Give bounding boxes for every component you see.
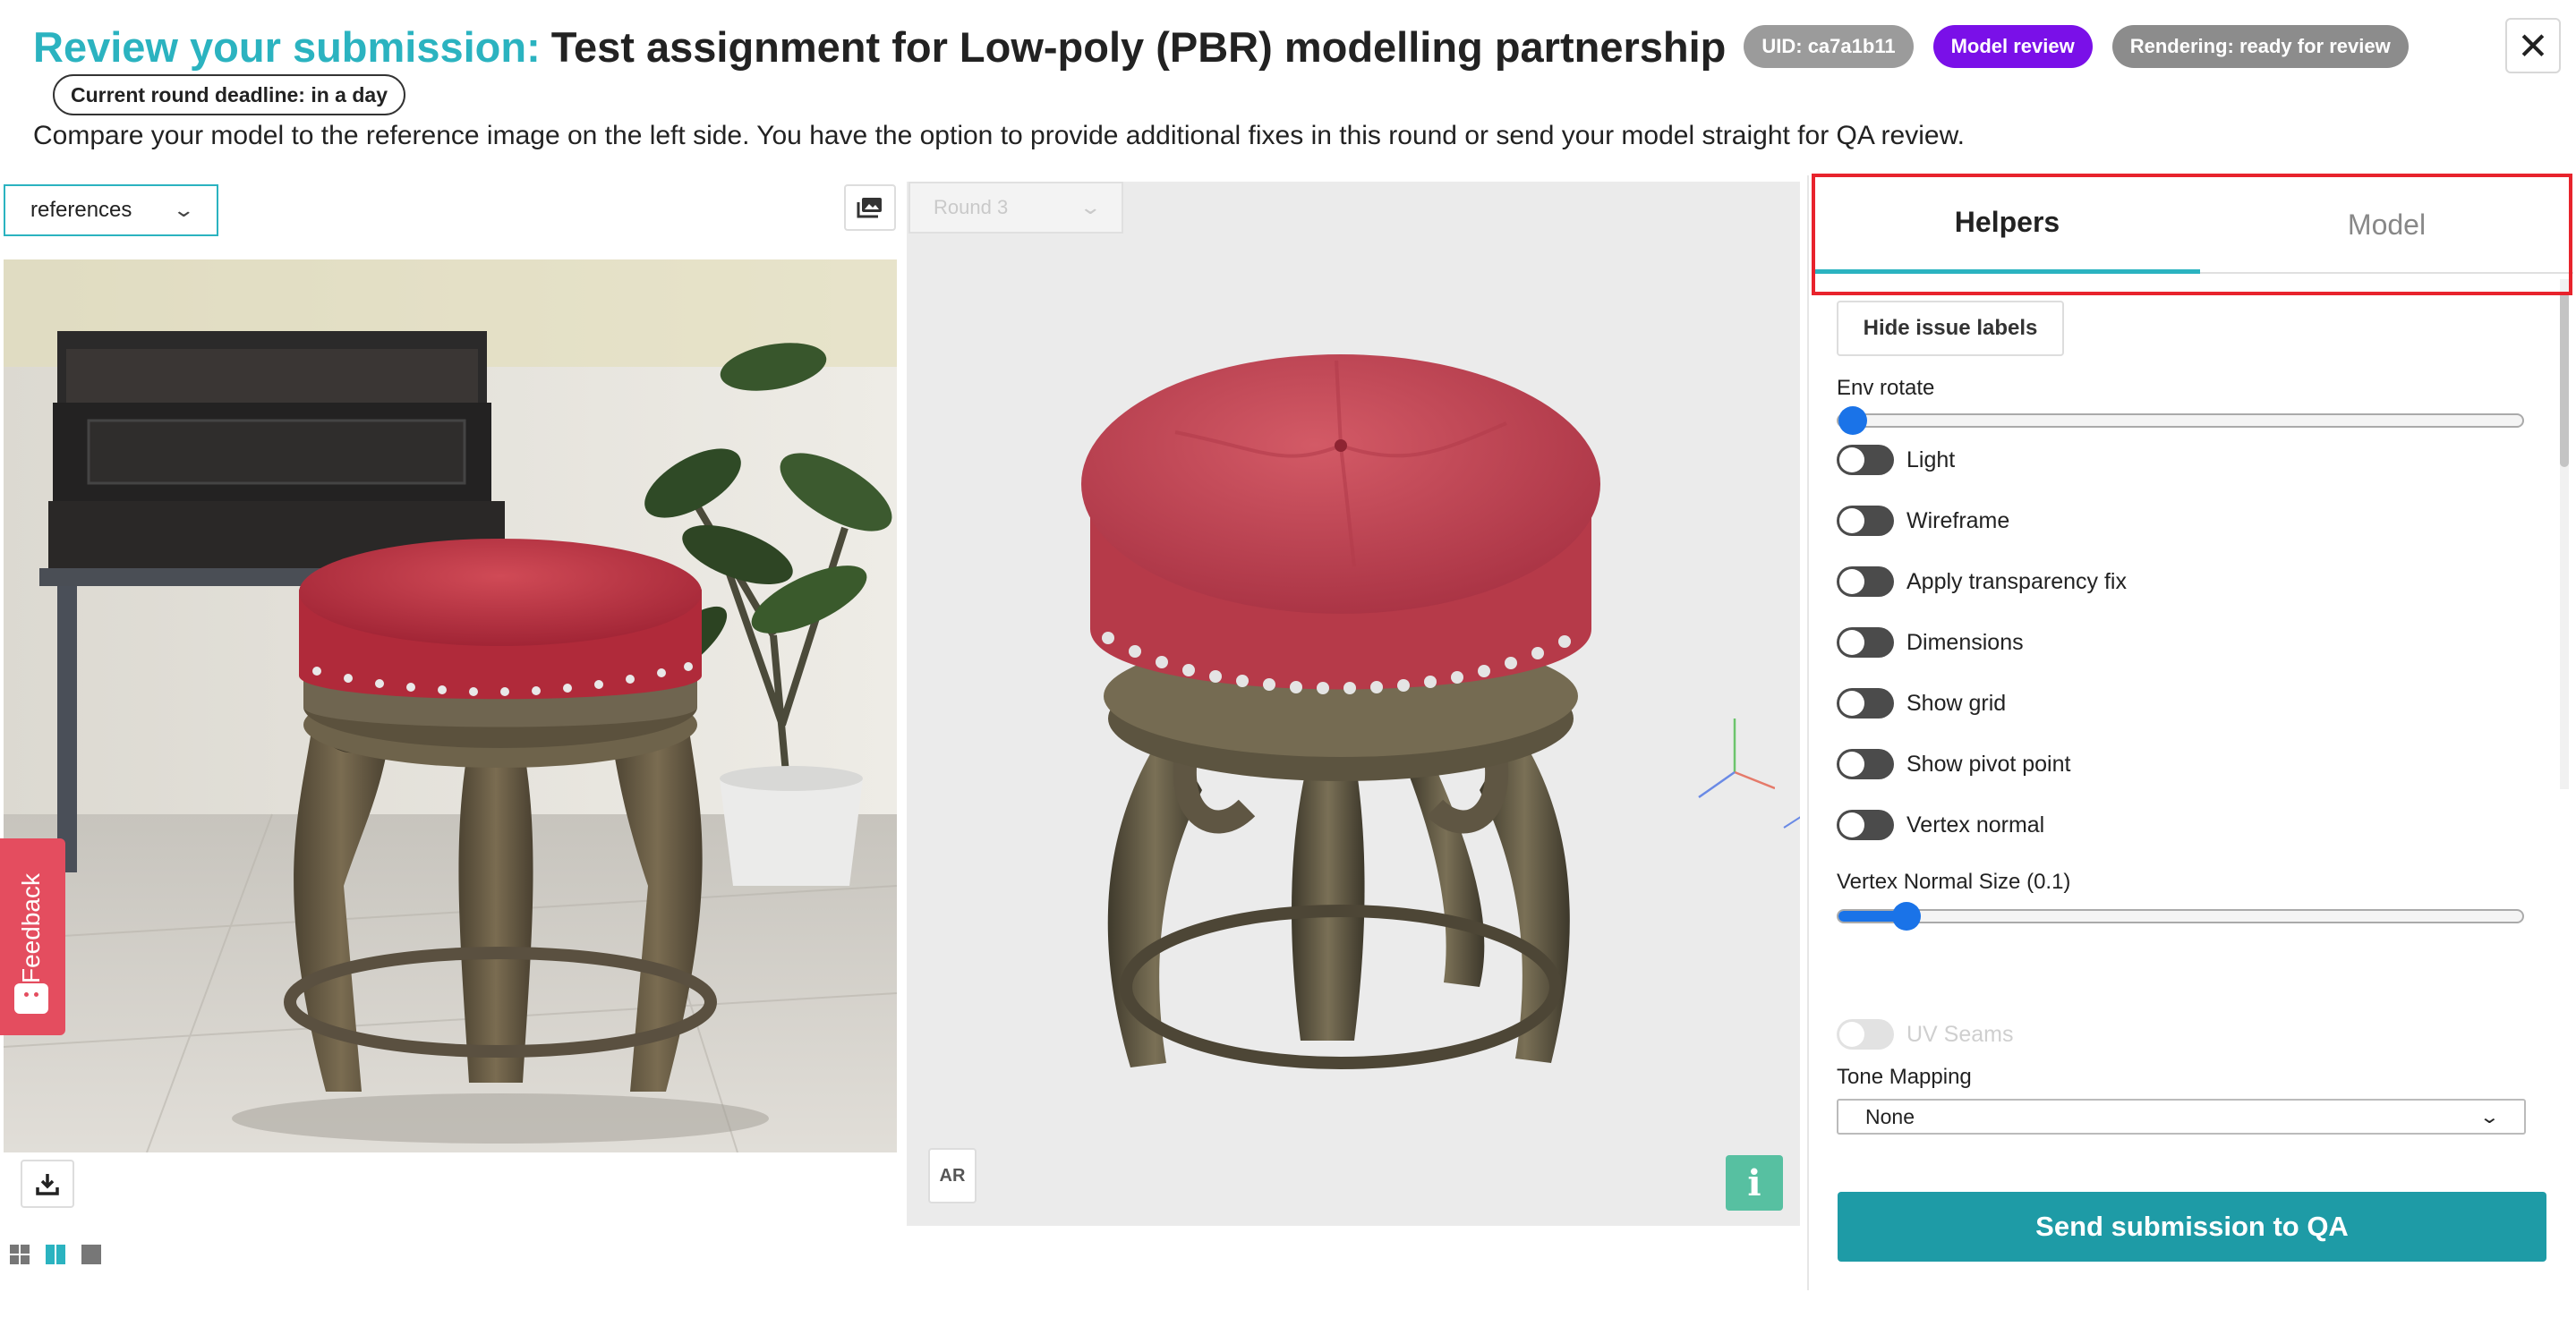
hide-issue-labels-button[interactable]: Hide issue labels xyxy=(1837,301,2064,356)
toggle-label: Wireframe xyxy=(1906,507,2010,533)
feedback-chat-icon xyxy=(14,983,48,1014)
panel-scrollbar[interactable] xyxy=(2557,279,2572,789)
model-viewer[interactable]: Round 3 ⌄ AR i xyxy=(907,182,1800,1226)
page-header: Review your submission: Test assignment … xyxy=(0,0,2576,175)
toggle-show-pivot-point[interactable]: Show pivot point xyxy=(1837,746,2070,782)
pivot-toggle-switch[interactable] xyxy=(1837,749,1894,779)
toggle-label: Light xyxy=(1906,446,1956,472)
env-rotate-label: Env rotate xyxy=(1837,376,1935,400)
chevron-down-icon: ⌄ xyxy=(171,199,195,221)
title-row: Review your submission: Test assignment … xyxy=(33,18,2409,75)
single-layout-icon[interactable] xyxy=(81,1244,102,1265)
grid-toggle-switch[interactable] xyxy=(1837,688,1894,719)
model-render xyxy=(1081,354,1800,1069)
chevron-down-icon: ⌄ xyxy=(2478,1107,2501,1127)
toggle-vertex-normal[interactable]: Vertex normal xyxy=(1837,807,2044,843)
toggle-label: Show pivot point xyxy=(1906,751,2071,777)
helpers-content: Hide issue labels Env rotate Light Wiref… xyxy=(1809,279,2561,1335)
vertex-normal-size-label: Vertex Normal Size (0.1) xyxy=(1837,870,2071,894)
light-toggle-switch[interactable] xyxy=(1837,445,1894,475)
wireframe-toggle-switch[interactable] xyxy=(1837,506,1894,536)
vertex-normal-toggle-switch[interactable] xyxy=(1837,810,1894,840)
toggle-label: Dimensions xyxy=(1906,629,2024,655)
close-icon: ✕ xyxy=(2517,24,2549,67)
tab-model[interactable]: Model xyxy=(2200,175,2573,274)
toggle-dimensions[interactable]: Dimensions xyxy=(1837,625,2024,660)
download-button[interactable] xyxy=(21,1160,74,1208)
download-icon xyxy=(36,1174,59,1195)
status-badge-model-review: Model review xyxy=(1932,25,2093,68)
vertex-normal-size-slider[interactable] xyxy=(1837,902,2524,931)
layout-switcher xyxy=(9,1244,102,1265)
axes-gizmo xyxy=(1694,719,1776,799)
tab-helpers[interactable]: Helpers xyxy=(1814,175,2200,274)
toggle-label: Show grid xyxy=(1906,690,2007,716)
reference-select[interactable]: references ⌄ xyxy=(4,184,218,236)
uv-seams-toggle-switch xyxy=(1837,1019,1894,1050)
tone-mapping-value: None xyxy=(1865,1104,1915,1128)
vertex-normal-size-thumb[interactable] xyxy=(1892,902,1922,931)
close-button[interactable]: ✕ xyxy=(2505,18,2561,73)
toggle-uv-seams: UV Seams xyxy=(1837,1016,2013,1052)
panel-tabs: Helpers Model xyxy=(1814,175,2573,274)
uid-badge: UID: ca7a1b11 xyxy=(1744,25,1914,68)
info-icon: i xyxy=(1747,1161,1761,1204)
toggle-wireframe[interactable]: Wireframe xyxy=(1837,503,2009,539)
ar-button[interactable]: AR xyxy=(928,1148,977,1203)
toggle-label: Apply transparency fix xyxy=(1906,568,2127,594)
toggle-label: UV Seams xyxy=(1906,1021,2014,1047)
split-layout-icon[interactable] xyxy=(45,1244,66,1265)
toggle-light[interactable]: Light xyxy=(1837,442,1955,478)
page-title: Test assignment for Low-poly (PBR) model… xyxy=(550,22,1727,71)
tone-mapping-label: Tone Mapping xyxy=(1837,1065,1972,1089)
reference-image xyxy=(4,259,897,1152)
reference-select-value: references xyxy=(30,198,132,222)
feedback-label: Feedback xyxy=(17,873,45,983)
deadline-badge: Current round deadline: in a day xyxy=(53,74,405,115)
gallery-icon xyxy=(857,198,882,218)
send-to-qa-button[interactable]: Send submission to QA xyxy=(1838,1192,2546,1262)
page-subtitle: Compare your model to the reference imag… xyxy=(33,121,1965,150)
grid-layout-icon[interactable] xyxy=(9,1244,30,1265)
status-badge-rendering: Rendering: ready for review xyxy=(2111,25,2409,68)
reference-photo xyxy=(4,259,897,1152)
toggle-transparency-fix[interactable]: Apply transparency fix xyxy=(1837,564,2127,599)
tone-mapping-select[interactable]: None ⌄ xyxy=(1837,1099,2526,1135)
toggle-show-grid[interactable]: Show grid xyxy=(1837,685,2006,721)
title-prefix: Review your submission: xyxy=(33,22,541,71)
gallery-button[interactable] xyxy=(844,184,896,231)
helpers-panel: Helpers Model Hide issue labels Env rota… xyxy=(1807,175,2576,1290)
info-button[interactable]: i xyxy=(1726,1155,1783,1211)
toggle-label: Vertex normal xyxy=(1906,812,2045,838)
transparency-toggle-switch[interactable] xyxy=(1837,566,1894,597)
scrollbar-thumb[interactable] xyxy=(2560,292,2569,467)
dimensions-toggle-switch[interactable] xyxy=(1837,627,1894,658)
env-rotate-slider[interactable] xyxy=(1837,406,2524,435)
env-rotate-thumb[interactable] xyxy=(1838,406,1867,435)
feedback-tab[interactable]: Feedback xyxy=(0,838,65,1035)
reference-panel: references ⌄ xyxy=(0,177,902,1228)
